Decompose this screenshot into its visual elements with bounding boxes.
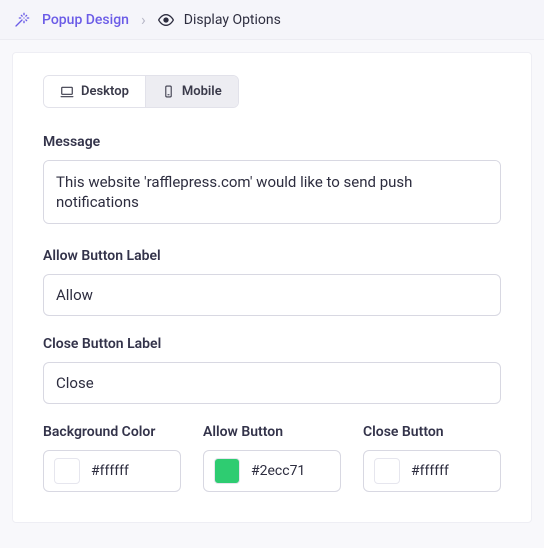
tab-desktop[interactable]: Desktop [44,76,145,107]
close-button-color-input[interactable]: #ffffff [363,450,501,492]
eye-icon [158,12,174,28]
background-color-input[interactable]: #ffffff [43,450,181,492]
close-button-color-swatch [374,458,400,484]
allow-button-color-swatch [214,458,240,484]
breadcrumb-current: Display Options [158,12,281,28]
allow-button-label-label: Allow Button Label [43,248,501,264]
field-close-label: Close Button Label [43,336,501,404]
breadcrumb-parent-link[interactable]: Popup Design [42,12,129,28]
chevron-right-icon: › [141,10,146,29]
desktop-icon [60,85,74,99]
mobile-icon [162,85,175,98]
breadcrumb-current-label: Display Options [184,12,281,28]
device-tabs: Desktop Mobile [43,75,239,108]
tab-mobile-label: Mobile [182,84,222,99]
breadcrumb: Popup Design › Display Options [0,0,544,40]
allow-button-color-input[interactable]: #2ecc71 [203,450,341,492]
allow-button-color-label: Allow Button [203,424,341,440]
close-button-label-label: Close Button Label [43,336,501,352]
background-color-label: Background Color [43,424,181,440]
background-color-value: #ffffff [91,463,129,479]
tab-desktop-label: Desktop [81,84,129,99]
field-allow-label: Allow Button Label [43,248,501,316]
field-close-button-color: Close Button #ffffff [363,424,501,492]
color-row: Background Color #ffffff Allow Button #2… [43,424,501,492]
settings-panel: Desktop Mobile Message Allow Button Labe… [12,52,532,523]
allow-button-label-input[interactable] [43,274,501,316]
background-color-swatch [54,458,80,484]
wand-icon [14,12,30,28]
allow-button-color-value: #2ecc71 [251,463,305,479]
field-message: Message [43,134,501,228]
field-allow-button-color: Allow Button #2ecc71 [203,424,341,492]
message-input[interactable] [43,160,501,224]
message-label: Message [43,134,501,150]
field-background-color: Background Color #ffffff [43,424,181,492]
tab-mobile[interactable]: Mobile [145,76,238,107]
close-button-label-input[interactable] [43,362,501,404]
close-button-color-value: #ffffff [411,463,449,479]
close-button-color-label: Close Button [363,424,501,440]
